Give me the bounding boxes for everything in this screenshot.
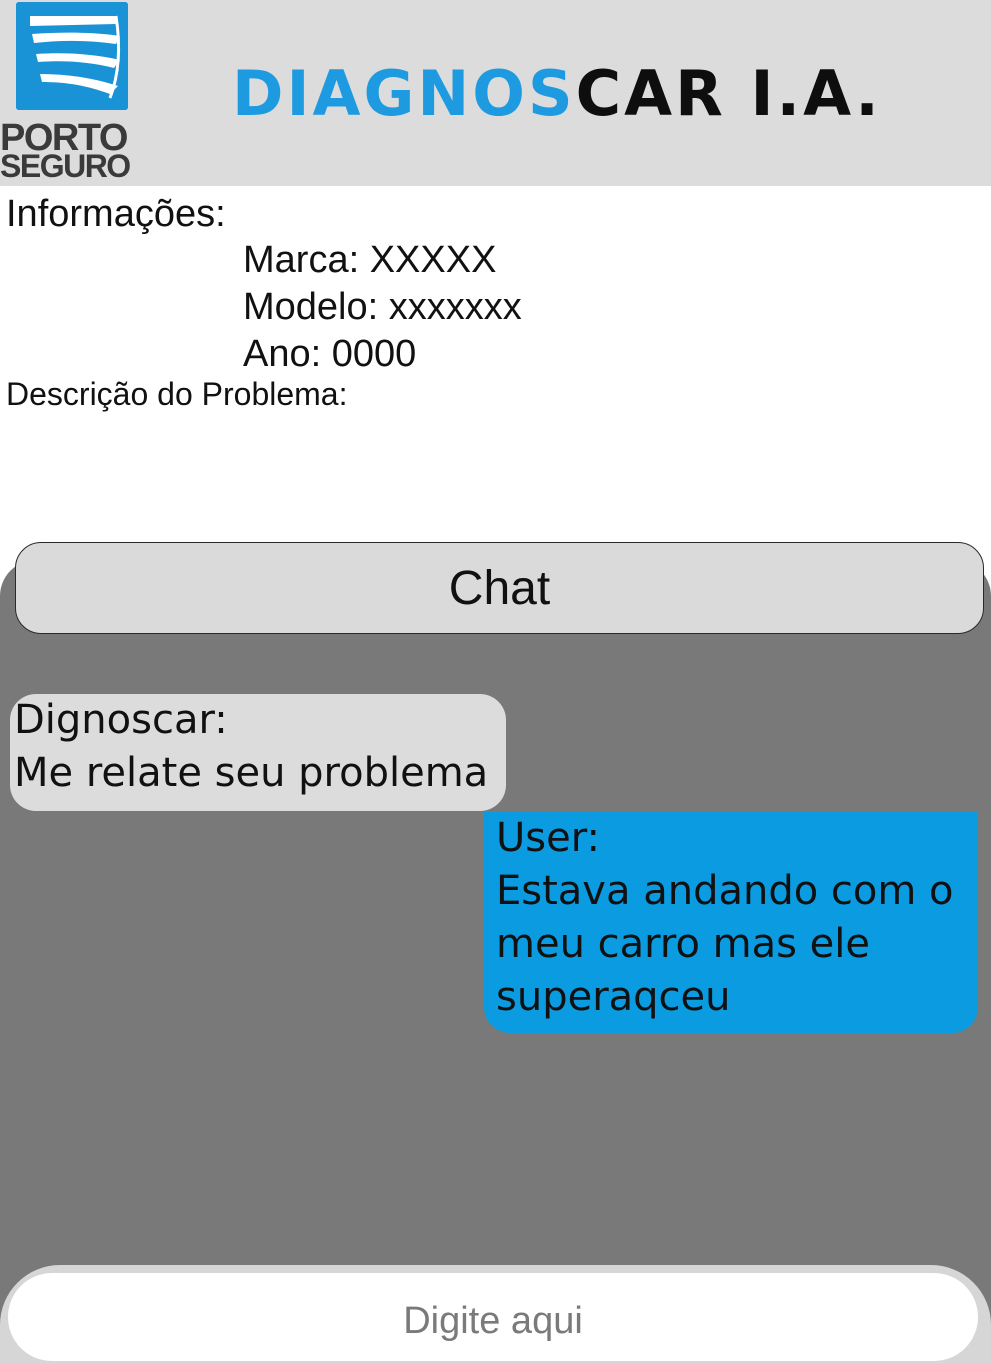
message-text-line: Me relate seu problema bbox=[14, 750, 489, 796]
app-header: PORTO SEGURO DIAGNOSCAR I.A. bbox=[0, 0, 991, 186]
porto-seguro-wordmark: PORTO SEGURO bbox=[0, 120, 150, 186]
app-title-part-1: DIAGNOS bbox=[232, 57, 576, 130]
message-text-line: meu carro mas ele bbox=[496, 921, 871, 967]
message-sender: Dignoscar: bbox=[14, 697, 228, 743]
message-sender: User: bbox=[496, 815, 600, 861]
chat-title: Chat bbox=[448, 562, 551, 615]
porto-seguro-sail-icon bbox=[16, 2, 128, 110]
message-text-line: Estava andando com o bbox=[496, 868, 954, 914]
vehicle-brand: Marca: XXXXX bbox=[243, 239, 497, 281]
bot-message-bubble: Dignoscar: Me relate seu problema bbox=[10, 694, 506, 811]
app-title-part-2: CAR I.A. bbox=[575, 57, 882, 130]
logo-line-2: SEGURO bbox=[0, 148, 131, 184]
porto-seguro-logo: PORTO SEGURO bbox=[0, 0, 150, 186]
message-text-line: superaqceu bbox=[496, 974, 731, 1020]
message-input[interactable] bbox=[8, 1273, 978, 1361]
chat-header: Chat bbox=[15, 542, 984, 634]
vehicle-year: Ano: 0000 bbox=[243, 333, 417, 375]
app-title: DIAGNOSCAR I.A. bbox=[232, 58, 882, 130]
user-message-bubble: User: Estava andando com o meu carro mas… bbox=[484, 812, 978, 1033]
info-heading: Informações: bbox=[6, 193, 226, 235]
vehicle-model: Modelo: xxxxxxx bbox=[243, 286, 522, 328]
problem-description-label: Descrição do Problema: bbox=[6, 376, 348, 412]
